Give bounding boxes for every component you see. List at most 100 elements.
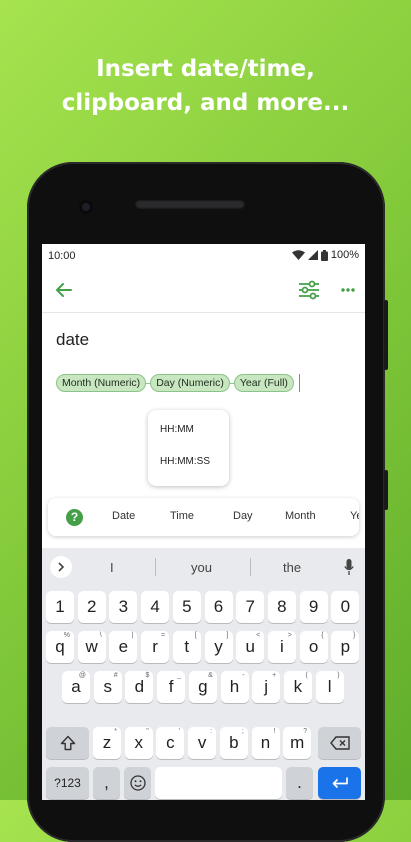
insert-suggestion-bar: ? Date Time Day Month Ye (48, 498, 359, 536)
key-a[interactable]: a @ (62, 671, 90, 703)
key-y[interactable]: y] (204, 631, 233, 663)
space-key[interactable] (155, 767, 282, 799)
key-d[interactable]: d $ (125, 671, 154, 703)
key-hint: | (131, 632, 134, 639)
suggest-day[interactable]: Day (233, 510, 253, 522)
suggest-month[interactable]: Month (285, 510, 316, 522)
microphone-icon[interactable] (344, 559, 354, 575)
key-hint: + (272, 672, 277, 679)
key-4[interactable]: 4 (141, 591, 170, 623)
key-hint: - (242, 672, 245, 679)
back-arrow-icon[interactable] (50, 276, 78, 304)
enter-key[interactable] (318, 767, 361, 799)
key-hint: ' (179, 728, 181, 735)
key-z[interactable]: z * (93, 727, 121, 759)
signal-icon (307, 250, 318, 260)
key-2[interactable]: 2 (77, 591, 106, 623)
more-horizontal-icon[interactable] (334, 276, 362, 304)
key-hint: < (256, 632, 261, 639)
backspace-key[interactable] (318, 727, 361, 759)
key-s[interactable]: s # (93, 671, 122, 703)
key-m[interactable]: m? (283, 727, 312, 759)
suggest-date[interactable]: Date (112, 510, 135, 522)
key-label: q (55, 637, 65, 656)
key-f[interactable]: f _ (157, 671, 186, 703)
key-label: o (308, 637, 319, 656)
key-hint: [ (194, 632, 197, 639)
key-n[interactable]: n! (251, 727, 280, 759)
popup-option-hhmmss[interactable]: HH:MM:SS (160, 456, 210, 467)
chip-year[interactable]: Year (Full) (233, 374, 294, 392)
key-hint: # (113, 672, 118, 679)
symbols-key[interactable]: ?123 (46, 767, 89, 799)
key-h[interactable]: h- (220, 671, 249, 703)
chip-day[interactable]: Day (Numeric) (150, 374, 230, 392)
key-8[interactable]: 8 (267, 591, 296, 623)
status-bar: 10:00 100% (42, 244, 365, 268)
prediction-word-1[interactable]: I (110, 560, 114, 575)
battery-level: 100% (330, 249, 359, 261)
key-hint: ? (303, 728, 308, 735)
prediction-word-2[interactable]: you (191, 560, 212, 575)
backspace-icon (329, 736, 350, 750)
popup-option-hhmm[interactable]: HH:MM (160, 424, 194, 435)
prediction-strip: I you the (42, 548, 365, 588)
key-q[interactable]: q% (46, 631, 74, 663)
prediction-word-3[interactable]: the (283, 560, 301, 575)
key-label: t (184, 637, 190, 656)
promo-headline: Insert date/time, clipboard, and more... (0, 52, 411, 120)
key-x[interactable]: x " (124, 727, 153, 759)
suggest-time[interactable]: Time (170, 510, 194, 522)
key-o[interactable]: o{ (299, 631, 328, 663)
app-bar (42, 268, 365, 313)
headline-line-2: clipboard, and more... (61, 90, 350, 116)
key-label: 6 (213, 597, 224, 616)
key-label: e (118, 637, 129, 656)
key-i[interactable]: i > (267, 631, 296, 663)
shift-icon (60, 735, 75, 751)
key-u[interactable]: u < (236, 631, 265, 663)
key-t[interactable]: t[ (172, 631, 201, 663)
key-label: n (260, 733, 271, 752)
chip-month[interactable]: Month (Numeric) (56, 374, 147, 392)
emoji-key[interactable] (124, 767, 151, 799)
key-0[interactable]: 0 (331, 591, 360, 623)
key-l[interactable]: l) (315, 671, 344, 703)
key-hint: @ (78, 672, 86, 679)
key-9[interactable]: 9 (299, 591, 328, 623)
phone-side-button (384, 300, 388, 370)
key-label: r (152, 637, 158, 656)
comma-key[interactable]: , (93, 767, 120, 799)
key-hint: ! (273, 728, 276, 735)
enter-icon (332, 777, 348, 789)
key-b[interactable]: b; (219, 727, 248, 759)
key-k[interactable]: k( (283, 671, 312, 703)
help-icon[interactable]: ? (66, 509, 83, 526)
key-g[interactable]: g & (188, 671, 217, 703)
key-label: d (134, 677, 145, 696)
key-c[interactable]: c ' (156, 727, 185, 759)
note-title[interactable]: date (56, 330, 89, 350)
chevron-right-icon[interactable] (50, 556, 72, 578)
period-key[interactable]: . (286, 767, 313, 799)
key-p[interactable]: p} (331, 631, 360, 663)
soft-keyboard: I you the 1234567890 q% w \ e | r = t[y] u < i > o{p… (42, 548, 365, 800)
key-e[interactable]: e | (109, 631, 138, 663)
key-r[interactable]: r = (141, 631, 170, 663)
phone-screen: 10:00 100% date Month (Numeric) Day (Num… (42, 244, 365, 800)
key-v[interactable]: v: (188, 727, 217, 759)
key-label: 3 (118, 597, 129, 616)
key-hint: \ (99, 632, 102, 639)
shift-key[interactable] (46, 727, 89, 759)
key-1[interactable]: 1 (46, 591, 74, 623)
suggest-year[interactable]: Ye (350, 510, 359, 522)
key-6[interactable]: 6 (204, 591, 233, 623)
key-5[interactable]: 5 (172, 591, 201, 623)
key-w[interactable]: w \ (77, 631, 106, 663)
key-j[interactable]: j + (252, 671, 281, 703)
sliders-icon[interactable] (295, 276, 323, 304)
key-label: b (229, 733, 239, 752)
key-3[interactable]: 3 (109, 591, 138, 623)
date-chip-row[interactable]: Month (Numeric) Day (Numeric) Year (Full… (56, 374, 301, 392)
key-7[interactable]: 7 (236, 591, 265, 623)
